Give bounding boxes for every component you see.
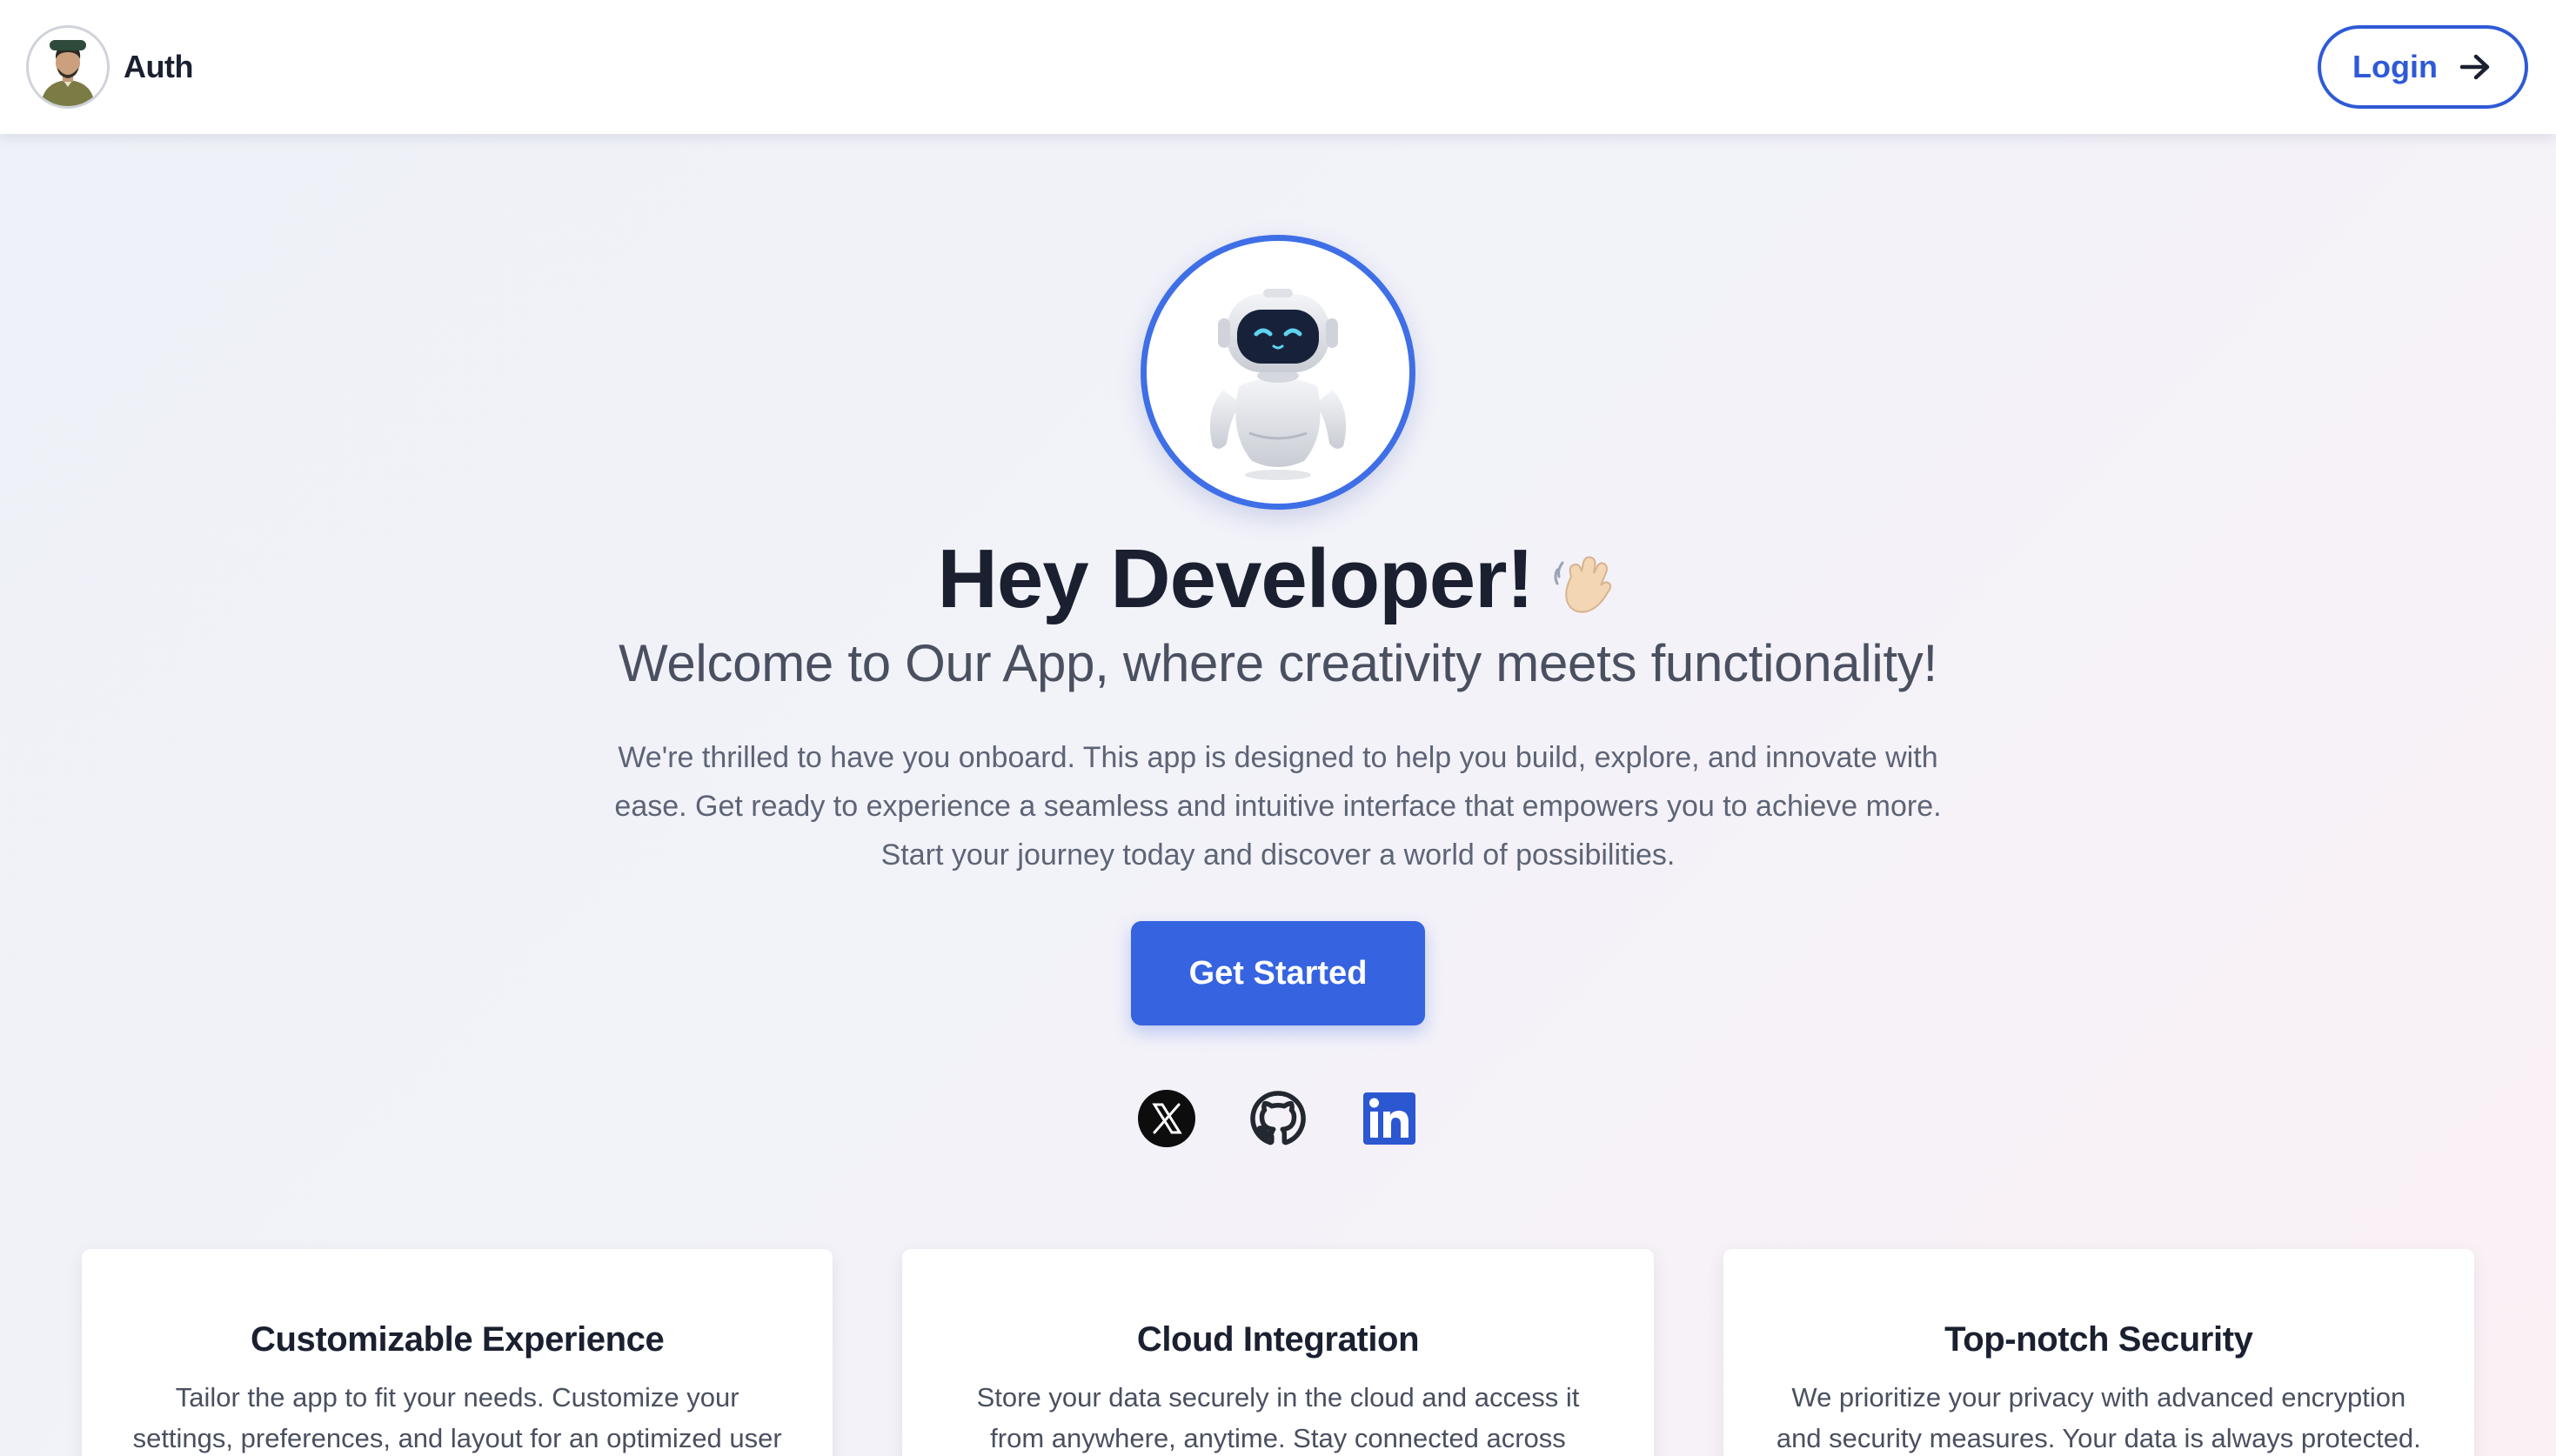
top-navbar: Auth Login — [0, 0, 2556, 134]
get-started-button[interactable]: Get Started — [1131, 921, 1425, 1025]
feature-title: Cloud Integration — [1136, 1320, 1420, 1359]
login-button[interactable]: Login — [2318, 25, 2528, 109]
brand[interactable]: Auth — [26, 25, 193, 109]
feature-title: Customizable Experience — [250, 1320, 665, 1359]
headline-row: Hey Developer! — [938, 532, 1619, 626]
x-twitter-icon[interactable] — [1138, 1090, 1195, 1147]
feature-text: Store your data securely in the cloud an… — [976, 1382, 1580, 1453]
login-label: Login — [2352, 49, 2438, 84]
github-icon[interactable] — [1249, 1090, 1307, 1147]
page-title: Hey Developer! — [937, 532, 1535, 625]
feature-card: Customizable Experience Tailor the app t… — [82, 1249, 833, 1456]
feature-title: Top-notch Security — [1944, 1320, 2253, 1359]
waving-hand-icon — [1549, 551, 1618, 620]
feature-text: Tailor the app to fit your needs. Custom… — [132, 1382, 782, 1453]
feature-card: Top-notch Security We prioritize your pr… — [1723, 1249, 2474, 1456]
hero-description: We're thrilled to have you onboard. This… — [614, 741, 1942, 872]
robot-mascot-icon — [1141, 235, 1415, 510]
brand-name: Auth — [124, 49, 193, 84]
feature-card: Cloud Integration Store your data secure… — [902, 1249, 1654, 1456]
subheadline: Welcome to Our App, where creativity mee… — [619, 634, 1937, 692]
social-links — [1138, 1090, 1418, 1147]
feature-cards: Customizable Experience Tailor the app t… — [82, 1249, 2474, 1456]
hero-section: Hey Developer! Welcome to Our App, where… — [0, 134, 2556, 1147]
feature-text: We prioritize your privacy with advanced… — [1776, 1382, 2421, 1453]
linkedin-icon[interactable] — [1361, 1090, 1418, 1147]
user-avatar-icon[interactable] — [26, 25, 110, 109]
arrow-right-icon — [2457, 49, 2493, 85]
